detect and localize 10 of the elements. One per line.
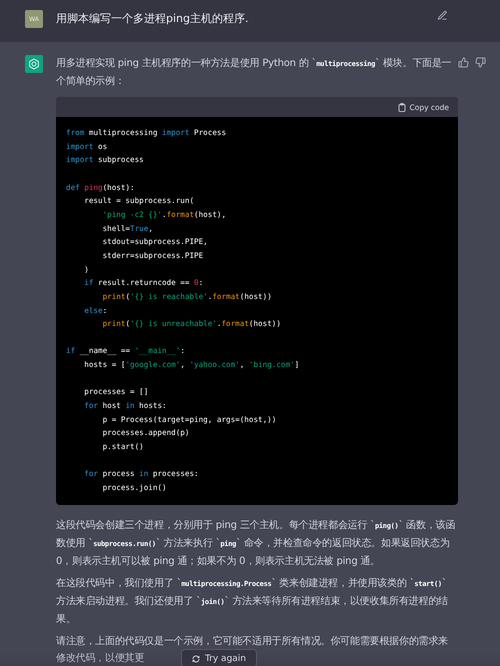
refresh-icon xyxy=(192,654,200,662)
thumbs-down-icon[interactable] xyxy=(475,57,486,68)
thumbs-up-icon[interactable] xyxy=(458,57,469,68)
logo-icon xyxy=(28,58,40,70)
edit-icon[interactable] xyxy=(437,10,448,21)
clipboard-icon xyxy=(398,102,406,112)
answer-text-line: 修改代码，以便其更 xyxy=(56,652,144,666)
user-message: 用脚本编写一个多进程ping主机的程序. xyxy=(56,11,250,27)
answer-text-line: 请注意，上面的代码仅是一个示例，它可能不适用于所有情况。你可能需要根据你的需求来 xyxy=(56,634,448,649)
try-again-button[interactable]: Try again xyxy=(181,649,258,666)
